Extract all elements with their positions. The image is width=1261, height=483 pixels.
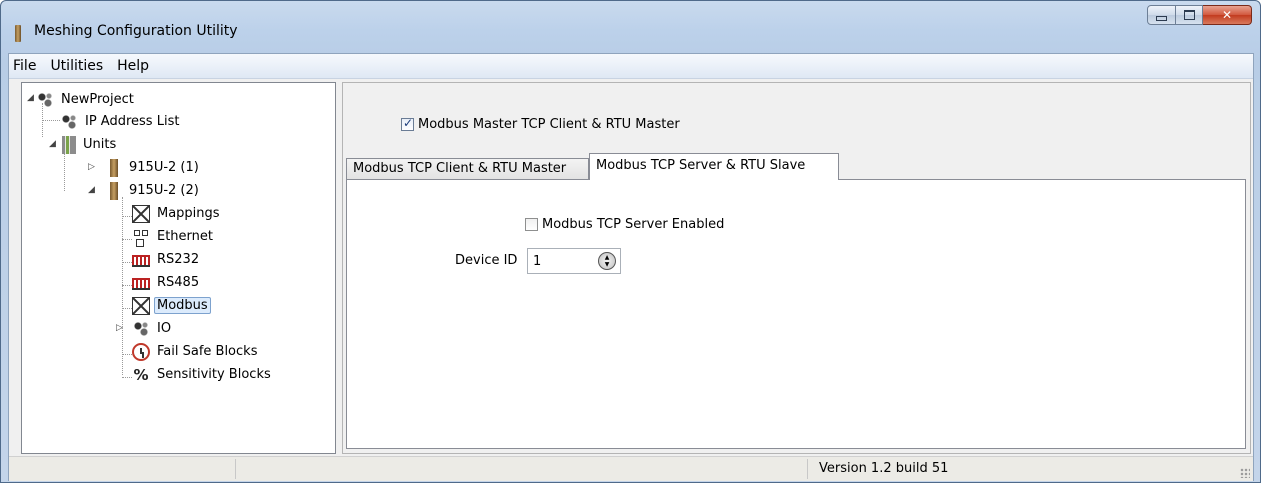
tree-label: Fail Safe Blocks — [157, 344, 258, 359]
percent-icon: % — [133, 365, 149, 384]
tree-label: NewProject — [61, 92, 134, 107]
tab-tcp-server-rtu-slave[interactable]: Modbus TCP Server & RTU Slave — [589, 153, 839, 180]
collapse-arrow-icon[interactable]: ◢ — [88, 185, 95, 195]
collapse-arrow-icon[interactable]: ◢ — [27, 93, 34, 103]
tree-item-fail-safe-blocks[interactable]: Fail Safe Blocks — [132, 340, 260, 363]
tree-item-ethernet[interactable]: Ethernet — [132, 225, 216, 248]
status-bar: Version 1.2 build 51 — [9, 456, 1253, 481]
project-tree[interactable]: ◢ NewProject IP Address List ◢ Units ▷ 9… — [21, 82, 336, 454]
tree-label: RS232 — [157, 252, 200, 267]
checkbox-label: Modbus TCP Server Enabled — [542, 217, 725, 232]
version-text: Version 1.2 build 51 — [819, 461, 949, 476]
checkbox-label: Modbus Master TCP Client & RTU Master — [418, 117, 680, 132]
tree-item-modbus[interactable]: Modbus — [132, 294, 211, 317]
tree-label: IP Address List — [85, 114, 180, 129]
tree-item-ip-address-list[interactable]: IP Address List — [60, 110, 182, 133]
tree-label: RS485 — [157, 275, 200, 290]
collapse-arrow-icon[interactable]: ◢ — [49, 139, 56, 149]
mappings-icon — [132, 204, 150, 223]
tree-item-mappings[interactable]: Mappings — [132, 202, 223, 225]
ethernet-icon — [132, 228, 150, 246]
tree-line — [122, 377, 132, 378]
tab-content: Modbus TCP Server Enabled Device ID ▲▼ — [346, 179, 1246, 449]
tree-label: Ethernet — [157, 229, 213, 244]
tree-label-selected: Modbus — [154, 297, 211, 314]
menu-help[interactable]: Help — [111, 58, 157, 74]
tab-tcp-client-rtu-master[interactable]: Modbus TCP Client & RTU Master — [346, 158, 589, 180]
tree-label: IO — [157, 321, 172, 336]
serial-port-icon — [132, 277, 150, 290]
modbus-icon — [132, 296, 150, 315]
tree-item-project[interactable]: NewProject — [36, 88, 137, 111]
tree-item-unit-2[interactable]: 915U-2 (2) — [106, 179, 202, 202]
tree-line — [122, 308, 132, 309]
close-icon: ✕ — [1221, 8, 1233, 22]
app-window: Meshing Configuration Utility ✕ File Uti… — [0, 0, 1261, 483]
project-icon — [36, 90, 54, 109]
tree-line — [64, 151, 65, 191]
ip-list-icon — [60, 112, 78, 131]
tree-line — [122, 354, 132, 355]
checkbox-box[interactable] — [525, 218, 538, 231]
spinner-updown-icon[interactable]: ▲ ▼ — [598, 252, 616, 270]
expand-arrow-icon[interactable]: ▷ — [116, 323, 123, 333]
status-divider — [807, 459, 808, 479]
checkbox-box[interactable]: ✓ — [401, 116, 414, 131]
menu-file[interactable]: File — [9, 58, 44, 74]
tree-line — [122, 285, 132, 286]
status-divider — [235, 459, 236, 479]
tree-item-unit-1[interactable]: 915U-2 (1) — [106, 156, 202, 179]
modbus-config-panel: ✓ Modbus Master TCP Client & RTU Master … — [342, 82, 1251, 454]
serial-port-icon — [132, 254, 150, 267]
device-id-spinbox[interactable]: ▲▼ — [527, 248, 621, 274]
tree-line — [122, 239, 132, 240]
menu-bar: File Utilities Help — [9, 54, 1253, 79]
tree-line — [122, 197, 123, 375]
modbus-tcp-server-checkbox[interactable]: Modbus TCP Server Enabled — [525, 217, 724, 232]
clock-icon — [132, 342, 150, 361]
tree-label: Mappings — [157, 206, 220, 221]
minimize-button[interactable] — [1147, 5, 1176, 25]
units-icon — [62, 135, 76, 154]
unit-icon — [110, 181, 118, 200]
maximize-button[interactable] — [1176, 5, 1203, 25]
client-area: File Utilities Help ◢ NewProject IP Addr… — [8, 53, 1254, 481]
tree-label: Units — [83, 137, 117, 152]
app-icon — [15, 25, 21, 42]
io-icon — [132, 319, 150, 338]
maximize-icon — [1183, 10, 1195, 20]
menu-utilities[interactable]: Utilities — [44, 58, 111, 74]
check-icon: ✓ — [403, 116, 414, 130]
window-title: Meshing Configuration Utility — [34, 23, 238, 39]
device-id-label: Device ID — [455, 253, 518, 268]
tree-line — [122, 262, 132, 263]
tree-label: 915U-2 (1) — [129, 160, 199, 175]
tree-item-rs232[interactable]: RS232 — [132, 248, 202, 271]
unit-icon — [110, 158, 118, 177]
device-id-input[interactable] — [528, 252, 598, 270]
close-button[interactable]: ✕ — [1203, 5, 1252, 25]
modbus-master-checkbox[interactable]: ✓ Modbus Master TCP Client & RTU Master — [401, 116, 680, 132]
minimize-icon — [1156, 15, 1167, 21]
window-controls: ✕ — [1147, 5, 1252, 27]
tree-item-io[interactable]: IO — [132, 317, 174, 340]
tree-line — [42, 120, 60, 121]
tree-line — [122, 216, 132, 217]
title-bar[interactable]: Meshing Configuration Utility ✕ — [1, 1, 1260, 53]
tree-label: 915U-2 (2) — [129, 183, 199, 198]
tree-item-units[interactable]: Units — [62, 133, 119, 156]
tree-item-rs485[interactable]: RS485 — [132, 271, 202, 294]
resize-grip-icon[interactable] — [1240, 468, 1250, 478]
tree-label: Sensitivity Blocks — [157, 367, 271, 382]
tree-item-sensitivity-blocks[interactable]: % Sensitivity Blocks — [132, 363, 274, 386]
expand-arrow-icon[interactable]: ▷ — [88, 162, 95, 172]
